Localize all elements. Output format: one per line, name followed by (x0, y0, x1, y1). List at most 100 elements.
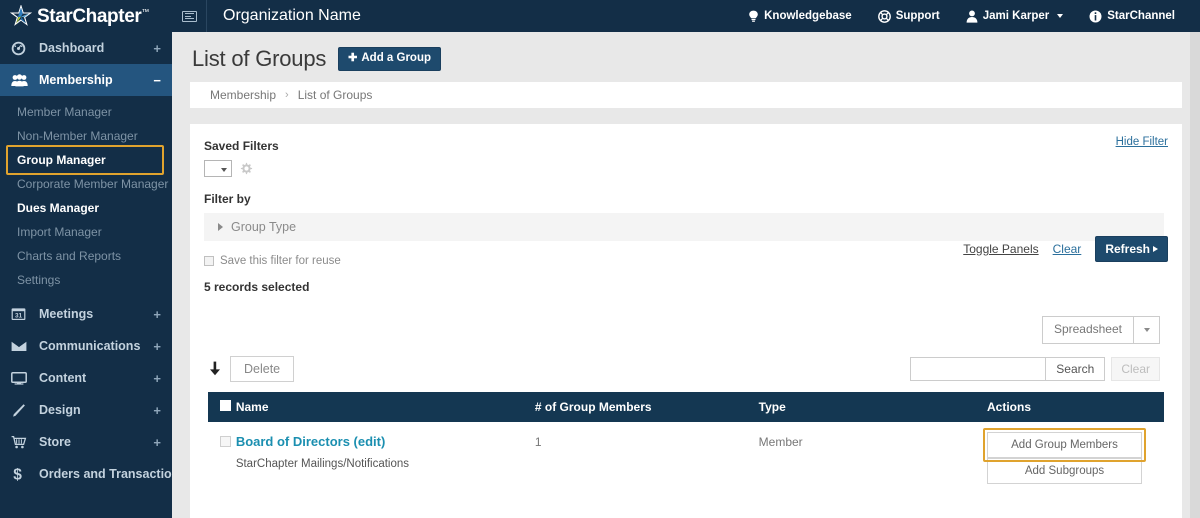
pencil-icon (11, 403, 33, 418)
expand-plus-icon[interactable]: + (153, 340, 161, 353)
expand-plus-icon[interactable]: + (153, 436, 161, 449)
toggle-panels-link[interactable]: Toggle Panels (963, 242, 1038, 256)
add-subgroups-button[interactable]: Add Subgroups (987, 457, 1142, 484)
add-a-group-button[interactable]: ✚ Add a Group (338, 46, 442, 72)
sidebar-item-charts-and-reports[interactable]: Charts and Reports (0, 244, 172, 268)
sidebar-item-member-manager[interactable]: Member Manager (0, 100, 172, 124)
expand-plus-icon[interactable]: + (153, 404, 161, 417)
sidebar-subitem-label: Corporate Member Manager (17, 177, 169, 191)
groups-table: Name # of Group Members Type Actions Boa… (208, 391, 1164, 484)
sidebar-subitem-label: Group Manager (17, 153, 106, 167)
expand-plus-icon[interactable]: + (153, 308, 161, 321)
sidebar-subitem-label: Non-Member Manager (17, 129, 138, 143)
sidebar-item-label: Orders and Transactions (39, 467, 172, 481)
sidebar-item-label: Communications (39, 339, 141, 353)
delete-button[interactable]: Delete (230, 355, 295, 382)
sidebar-item-content[interactable]: Content + (0, 362, 172, 394)
organization-name: Organization Name (223, 7, 361, 24)
sidebar-toggle-button[interactable] (172, 0, 206, 32)
search-button[interactable]: Search (1046, 356, 1106, 381)
sidebar-item-group-manager[interactable]: Group Manager (0, 145, 172, 175)
group-type-value: Member (758, 434, 803, 449)
chevron-right-icon (1153, 246, 1158, 252)
spreadsheet-button-group: Spreadsheet (1041, 316, 1160, 344)
sidebar-item-settings[interactable]: Settings (0, 268, 172, 292)
sidebar-item-meetings[interactable]: 31 Meetings + (0, 298, 172, 330)
star-logo-icon (9, 4, 33, 27)
sidebar-subitem-label: Charts and Reports (17, 249, 122, 263)
spreadsheet-dropdown-button[interactable] (1134, 316, 1160, 344)
membership-submenu: Member Manager Non-Member Manager Group … (0, 96, 172, 298)
sidebar-item-communications[interactable]: Communications + (0, 330, 172, 362)
sidebar-item-label: Design (39, 403, 81, 417)
gauge-icon (11, 41, 33, 56)
sidebar-item-dashboard[interactable]: Dashboard + (0, 32, 172, 64)
clear-filter-link[interactable]: Clear (1053, 242, 1082, 256)
sidebar-item-dues-manager[interactable]: Dues Manager (0, 196, 172, 220)
column-header-type[interactable]: Type (758, 391, 987, 422)
group-name-link[interactable]: Board of Directors (edit) (236, 422, 386, 449)
row-action-buttons: Add Group Members Add Subgroups (983, 427, 1146, 484)
header-item-knowledgebase[interactable]: Knowledgebase (735, 0, 865, 32)
header-item-label: Knowledgebase (764, 10, 852, 22)
sidebar-item-design[interactable]: Design + (0, 394, 172, 426)
saved-filters-select[interactable] (204, 160, 232, 177)
content-panel: Hide Filter Saved Filters Filter by Grou… (190, 124, 1182, 518)
envelope-icon (11, 340, 33, 352)
add-group-members-button[interactable]: Add Group Members (987, 431, 1142, 458)
search-input[interactable] (910, 356, 1047, 381)
header-item-user-menu[interactable]: Jami Karper (953, 0, 1076, 32)
monitor-icon (11, 371, 33, 385)
group-subtitle: StarChapter Mailings/Notifications (235, 457, 410, 470)
sidebar-item-membership[interactable]: Membership − (0, 64, 172, 96)
records-selected-text: 5 records selected (204, 280, 310, 294)
gear-icon[interactable] (239, 162, 253, 176)
breadcrumb-item-membership[interactable]: Membership (210, 88, 276, 102)
sidebar-item-label: Membership (39, 73, 113, 87)
column-header-name[interactable]: Name (235, 391, 535, 422)
add-group-members-wrapper: Add Group Members (983, 427, 1146, 462)
spreadsheet-button[interactable]: Spreadsheet (1041, 316, 1134, 344)
sidebar-item-corporate-member-manager[interactable]: Corporate Member Manager (0, 172, 172, 196)
table-body: Board of Directors (edit) StarChapter Ma… (208, 421, 1164, 484)
row-type-cell: Member (758, 421, 987, 484)
breadcrumb-item-current: List of Groups (297, 88, 373, 102)
sidebar-item-store[interactable]: Store + (0, 426, 172, 458)
column-header-group-members[interactable]: # of Group Members (534, 391, 759, 422)
cart-icon (11, 435, 33, 449)
breadcrumb: Membership › List of Groups (190, 82, 1182, 108)
collapse-minus-icon[interactable]: − (153, 74, 161, 87)
row-name-cell: Board of Directors (edit) StarChapter Ma… (235, 421, 535, 484)
refresh-button[interactable]: Refresh (1095, 236, 1168, 262)
filter-actions: Toggle Panels Clear Refresh (963, 236, 1168, 262)
header-item-support[interactable]: Support (865, 0, 953, 32)
expand-plus-icon[interactable]: + (153, 372, 161, 385)
sidebar-item-import-manager[interactable]: Import Manager (0, 220, 172, 244)
export-row: Spreadsheet (190, 294, 1182, 344)
info-icon (1089, 10, 1102, 23)
sidebar-item-non-member-manager[interactable]: Non-Member Manager (0, 124, 172, 148)
header-item-starchannel[interactable]: StarChannel (1076, 0, 1188, 32)
sidebar: Dashboard + Membership − Member Manager … (0, 32, 172, 518)
clear-search-button: Clear (1111, 356, 1160, 381)
brand-name: StarChapter™ (37, 5, 149, 27)
select-all-checkbox[interactable] (220, 399, 231, 411)
sidebar-item-orders-and-transactions[interactable]: $ Orders and Transactions + (0, 458, 172, 490)
save-filter-checkbox[interactable] (204, 256, 214, 266)
sidebar-item-label: Content (39, 371, 87, 385)
row-checkbox[interactable] (220, 435, 231, 447)
calendar-31-icon: 31 (11, 307, 33, 321)
lightbulb-icon (748, 10, 759, 23)
column-header-actions: Actions (987, 391, 1164, 422)
filter-section: Hide Filter Saved Filters Filter by Grou… (190, 124, 1182, 267)
top-bar: StarChapter™ Organization Name Knowledge… (0, 0, 1200, 32)
page-scrollbar[interactable] (1190, 32, 1200, 518)
hide-filter-link[interactable]: Hide Filter (1116, 136, 1168, 148)
arrow-down-icon (208, 361, 222, 376)
brand-logo[interactable]: StarChapter™ (0, 0, 172, 32)
header-item-label: Support (895, 10, 940, 22)
sidebar-item-label: Meetings (39, 307, 94, 321)
expand-plus-icon[interactable]: + (153, 42, 161, 55)
saved-filters-row (204, 160, 1164, 177)
filter-group-type-label: Group Type (231, 220, 297, 234)
